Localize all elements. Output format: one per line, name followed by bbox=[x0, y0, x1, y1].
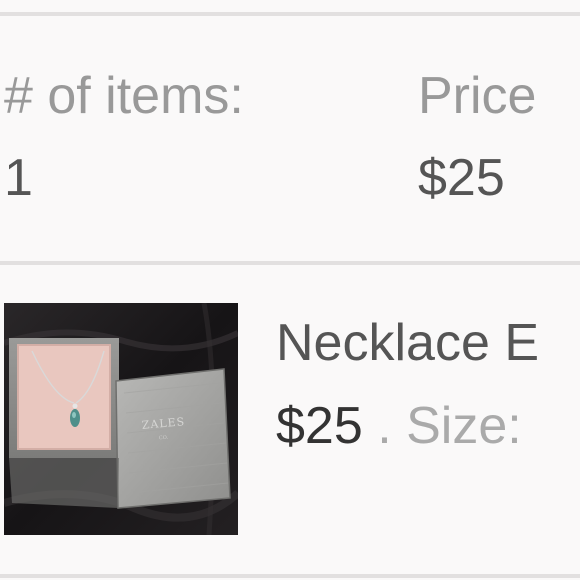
item-meta: $25 . Size: bbox=[276, 396, 522, 456]
top-divider bbox=[0, 12, 580, 16]
bottom-divider bbox=[0, 574, 580, 578]
meta-separator: . bbox=[362, 397, 407, 455]
item-count-label: # of items: bbox=[4, 67, 244, 125]
necklace-box-image: ZALES CO. bbox=[4, 303, 238, 535]
item-price: $25 bbox=[276, 397, 363, 455]
item-count-value: 1 bbox=[4, 149, 33, 207]
item-size-label: Size: bbox=[406, 397, 522, 455]
item-thumbnail[interactable]: ZALES CO. bbox=[4, 303, 238, 535]
price-value: $25 bbox=[418, 149, 505, 207]
item-title[interactable]: Necklace E bbox=[276, 313, 539, 373]
price-label: Price bbox=[418, 67, 537, 125]
order-summary-page: # of items: Price 1 $25 ZALES CO. Neckla… bbox=[0, 0, 580, 580]
svg-text:CO.: CO. bbox=[159, 435, 169, 442]
middle-divider bbox=[0, 261, 580, 265]
